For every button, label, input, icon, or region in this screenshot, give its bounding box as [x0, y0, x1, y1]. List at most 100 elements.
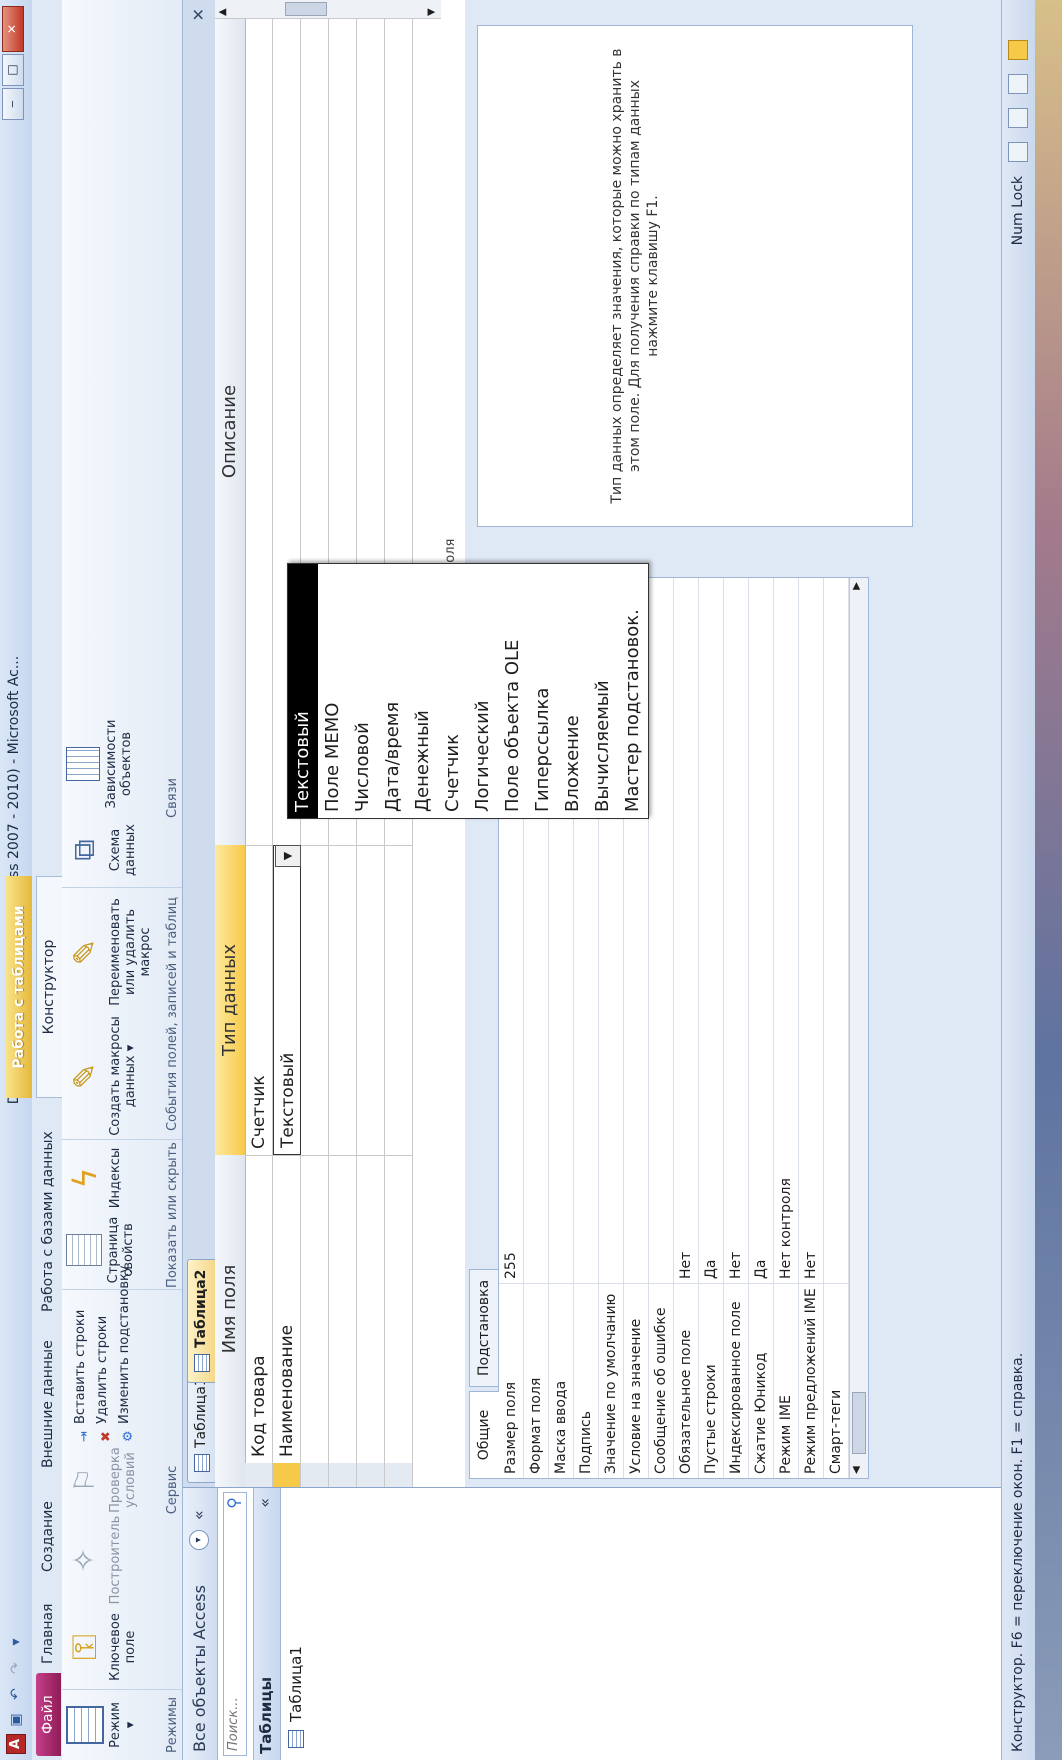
prop-row[interactable]: Сообщение об ошибке: [649, 578, 674, 1478]
field-name-cell[interactable]: Наименование: [273, 1155, 301, 1463]
close-document-icon[interactable]: ✕: [189, 8, 208, 21]
grid-vertical-scrollbar[interactable]: ▲ ▼: [215, 0, 441, 19]
minimize-button[interactable]: ‒: [2, 88, 24, 120]
row-selector[interactable]: [357, 1463, 385, 1487]
prop-value[interactable]: Да: [749, 578, 773, 1283]
data-type-dropdown-arrow-icon[interactable]: ▼: [275, 845, 301, 867]
maximize-button[interactable]: □: [2, 54, 24, 86]
dropdown-item-text[interactable]: Текстовый: [288, 564, 318, 818]
validation-label: Проверка условий: [108, 1447, 138, 1513]
scroll-right-icon[interactable]: ▶: [851, 582, 862, 590]
dropdown-item-number[interactable]: Числовой: [348, 564, 378, 818]
rename-delete-macro-button[interactable]: ✎ Переименовать или удалить макрос: [66, 890, 153, 1014]
prop-row[interactable]: Обязательное поле Нет: [674, 578, 699, 1478]
empty-cell[interactable]: [301, 845, 329, 1155]
nav-menu-chevron-icon[interactable]: ▾: [189, 1530, 209, 1550]
scroll-down-icon[interactable]: ▼: [426, 8, 437, 16]
prop-value[interactable]: Нет: [724, 578, 748, 1283]
delete-rows-button[interactable]: ✖ Удалить строки: [92, 1265, 114, 1442]
tab-home[interactable]: Главная: [36, 1592, 61, 1676]
dropdown-item-hyperlink[interactable]: Гиперссылка: [528, 564, 558, 818]
prop-row[interactable]: Индексированное поле Нет: [724, 578, 749, 1478]
primary-key-button[interactable]: ⚿ Ключевое поле: [65, 1608, 138, 1686]
prop-row[interactable]: Пустые строки Да: [699, 578, 724, 1478]
dropdown-item-attachment[interactable]: Вложение: [558, 564, 588, 818]
nav-group-tables[interactable]: Таблицы «: [253, 1488, 281, 1760]
object-dependencies-button[interactable]: Зависимости объектов: [66, 714, 134, 814]
tab-database-tools[interactable]: Работа с базами данных: [36, 1119, 61, 1324]
row-selector[interactable]: [329, 1463, 357, 1487]
nav-item-table1[interactable]: Таблица1: [287, 1646, 305, 1748]
prop-row[interactable]: Сжатие Юникод Да: [749, 578, 774, 1478]
prop-value[interactable]: [649, 578, 673, 1283]
tab-external-data[interactable]: Внешние данные: [36, 1328, 61, 1480]
dropdown-item-yesno[interactable]: Логический: [468, 564, 498, 818]
dropdown-item-calculated[interactable]: Вычисляемый: [588, 564, 618, 818]
empty-cell[interactable]: [385, 845, 413, 1155]
insert-rows-button[interactable]: ⇥ Вставить строки: [70, 1265, 92, 1442]
create-data-macros-button[interactable]: ✎ Создать макросы данных ▾: [66, 1016, 138, 1136]
empty-cell[interactable]: [329, 845, 357, 1155]
doc-tab-table1[interactable]: Таблица1: [187, 1366, 215, 1483]
prop-row[interactable]: Режим IME Нет контроля: [774, 578, 799, 1478]
dropdown-item-datetime[interactable]: Дата/время: [378, 564, 408, 818]
doc-tab-table2[interactable]: Таблица2: [187, 1258, 215, 1383]
close-button[interactable]: ✕: [2, 6, 24, 52]
dropdown-item-lookup-wizard[interactable]: Мастер подстановок.: [618, 564, 648, 818]
nav-group-title: Таблицы: [257, 1676, 275, 1754]
design-view-icon[interactable]: [1008, 40, 1028, 60]
pivot-table-view-icon[interactable]: [1008, 108, 1028, 128]
tab-create[interactable]: Создание: [36, 1489, 61, 1584]
prop-value[interactable]: Да: [699, 578, 723, 1283]
prop-value[interactable]: Нет контроля: [774, 578, 798, 1283]
empty-cell[interactable]: [329, 1155, 357, 1463]
prop-value[interactable]: [824, 578, 848, 1283]
validation-button[interactable]: ⚐ Проверка условий: [66, 1446, 138, 1514]
empty-cell[interactable]: [385, 1155, 413, 1463]
dropdown-item-ole[interactable]: Поле объекта OLE: [498, 564, 528, 818]
group-tools: ⚿ Ключевое поле ✧ Построитель ⚐ Проверка…: [62, 1265, 182, 1690]
row-selector[interactable]: [385, 1463, 413, 1487]
view-button[interactable]: Режим ▾: [66, 1694, 138, 1756]
empty-cell[interactable]: [357, 845, 385, 1155]
prop-value[interactable]: Нет: [799, 578, 823, 1283]
indexes-button[interactable]: ϟ Индексы: [66, 1146, 123, 1210]
description-cell[interactable]: [245, 18, 273, 845]
relationships-button[interactable]: ⧉ Схема данных: [66, 818, 138, 882]
row-selector[interactable]: [301, 1463, 329, 1487]
builder-button[interactable]: ✧ Построитель: [66, 1514, 123, 1606]
doc-tab-label: Таблица1: [193, 1377, 209, 1448]
tab-file[interactable]: Файл: [36, 1673, 61, 1756]
nav-pane-header[interactable]: Все объекты Access ▾ «: [183, 1488, 218, 1760]
empty-cell[interactable]: [357, 1155, 385, 1463]
prop-value[interactable]: Нет: [674, 578, 698, 1283]
props-horizontal-scrollbar[interactable]: ◀ ▶: [849, 578, 868, 1478]
modify-lookup-button[interactable]: ⚙ Изменить подстановку: [114, 1265, 136, 1442]
collapse-nav-icon[interactable]: «: [189, 1510, 208, 1520]
nav-search-input[interactable]: Поиск... ⚲: [223, 1492, 247, 1756]
dropdown-item-autonumber[interactable]: Счетчик: [438, 564, 468, 818]
scroll-thumb[interactable]: [852, 1392, 866, 1454]
prop-row[interactable]: Смарт-теги: [824, 578, 849, 1478]
scroll-left-icon[interactable]: ◀: [851, 1466, 862, 1474]
dropdown-item-currency[interactable]: Денежный: [408, 564, 438, 818]
row-selector[interactable]: [245, 1463, 273, 1487]
prop-row[interactable]: Режим предложений IME Нет: [799, 578, 824, 1478]
datasheet-view-icon[interactable]: [1008, 142, 1028, 162]
dropdown-item-memo[interactable]: Поле МЕМО: [318, 564, 348, 818]
empty-cell[interactable]: [301, 1155, 329, 1463]
pivot-chart-view-icon[interactable]: [1008, 74, 1028, 94]
status-text: Конструктор. F6 = переключение окон. F1 …: [1010, 1352, 1026, 1752]
collapse-group-icon[interactable]: «: [255, 1498, 274, 1508]
scroll-thumb[interactable]: [285, 2, 327, 16]
property-sheet-button[interactable]: Страница свойств: [66, 1216, 136, 1284]
search-icon[interactable]: ⚲: [224, 1497, 243, 1509]
scroll-up-icon[interactable]: ▲: [217, 8, 228, 16]
data-type-combo[interactable]: Текстовый: [273, 845, 301, 1155]
data-type-cell[interactable]: Счетчик: [245, 845, 273, 1155]
tab-lookup[interactable]: Подстановка: [469, 1269, 498, 1387]
tab-designer[interactable]: Конструктор: [36, 876, 62, 1098]
tab-general[interactable]: Общие: [469, 1391, 499, 1479]
field-name-cell[interactable]: Код товара: [245, 1155, 273, 1463]
row-selector-current[interactable]: [273, 1463, 301, 1487]
